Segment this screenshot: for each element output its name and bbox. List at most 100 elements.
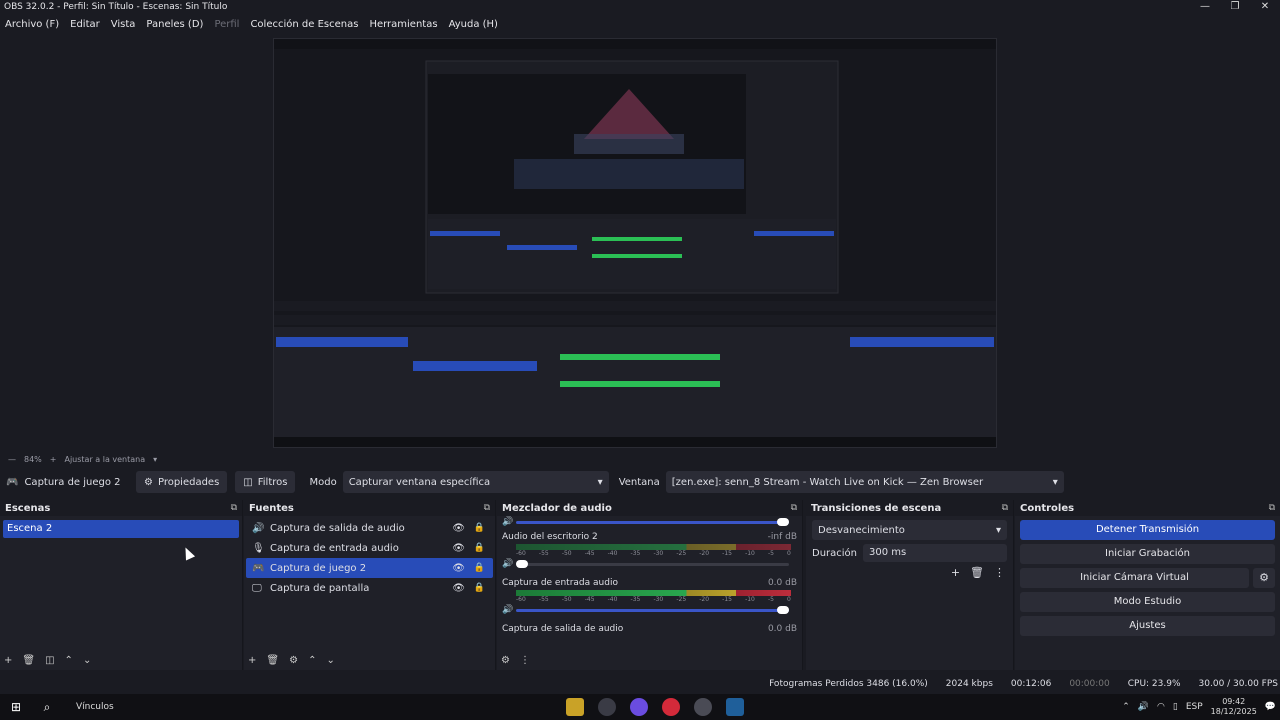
controls-title: Controles xyxy=(1020,502,1075,514)
menu-archivo[interactable]: Archivo (F) xyxy=(0,19,65,30)
studio-mode-button[interactable]: Modo Estudio xyxy=(1020,592,1275,612)
menu-vista[interactable]: Vista xyxy=(106,19,142,30)
eye-icon[interactable]: 👁 xyxy=(452,523,465,534)
volume-slider[interactable] xyxy=(516,517,789,526)
filters-button[interactable]: ◫ Filtros xyxy=(235,471,296,493)
transition-select[interactable]: Desvanecimiento ▾ xyxy=(812,520,1007,540)
eye-icon[interactable]: 👁 xyxy=(452,563,465,574)
more-options-icon[interactable]: ⋮ xyxy=(994,566,1005,579)
network-icon[interactable]: ◠ xyxy=(1157,702,1165,712)
volume-slider[interactable] xyxy=(516,605,789,614)
file-explorer-icon[interactable] xyxy=(566,698,584,716)
discord-icon[interactable] xyxy=(630,698,648,716)
preview-canvas[interactable] xyxy=(273,38,997,448)
menu-coleccion-escenas[interactable]: Colección de Escenas xyxy=(245,19,364,30)
undock-icon[interactable]: ⧉ xyxy=(791,503,797,513)
chevron-down-icon[interactable]: ▾ xyxy=(153,455,157,464)
lock-icon[interactable]: 🔒 xyxy=(474,523,485,533)
undock-icon[interactable]: ⧉ xyxy=(231,503,237,513)
steam-icon[interactable] xyxy=(726,698,744,716)
move-up-icon[interactable]: ⌃ xyxy=(65,655,73,666)
undock-icon[interactable]: ⧉ xyxy=(484,503,490,513)
source-context-bar: 🎮 Captura de juego 2 ⚙ Propiedades ◫ Fil… xyxy=(0,470,1280,494)
move-down-icon[interactable]: ⌄ xyxy=(83,655,91,666)
bitrate: 2024 kbps xyxy=(945,679,993,689)
move-up-icon[interactable]: ⌃ xyxy=(308,655,316,666)
scenes-title: Escenas xyxy=(5,502,51,514)
start-recording-button[interactable]: Iniciar Grabación xyxy=(1020,544,1275,564)
properties-button[interactable]: ⚙ Propiedades xyxy=(136,471,228,493)
source-item[interactable]: 🎙 Captura de entrada audio 👁 🔒 xyxy=(246,538,493,558)
fit-to-window[interactable]: Ajustar a la ventana xyxy=(64,455,145,464)
gear-icon[interactable]: ⚙ xyxy=(1253,568,1275,588)
menu-perfil[interactable]: Perfil xyxy=(209,19,245,30)
source-label: Captura de salida de audio xyxy=(270,522,405,534)
eye-icon[interactable]: 👁 xyxy=(452,543,465,554)
speaker-icon[interactable]: 🔊 xyxy=(1138,702,1149,712)
language-indicator[interactable]: ESP xyxy=(1186,702,1203,712)
scene-item[interactable]: Escena 2 xyxy=(3,520,239,538)
window-label: Ventana xyxy=(618,476,660,488)
controls-dock: Controles ⧉ Detener Transmisión Iniciar … xyxy=(1015,500,1280,670)
menu-ayuda[interactable]: Ayuda (H) xyxy=(444,19,504,30)
mixer-settings-icon[interactable]: ⚙ xyxy=(501,655,510,666)
stop-streaming-button[interactable]: Detener Transmisión xyxy=(1020,520,1275,540)
source-item[interactable]: 🖵 Captura de pantalla 👁 🔒 xyxy=(246,578,493,598)
preview-area[interactable] xyxy=(0,33,1280,453)
notification-icon[interactable]: 💬 xyxy=(1265,702,1276,712)
menu-paneles[interactable]: Paneles (D) xyxy=(141,19,209,30)
speaker-icon[interactable]: 🔊 xyxy=(502,517,516,527)
mixer-title: Mezclador de audio xyxy=(502,502,612,514)
trash-icon[interactable]: 🗑 xyxy=(22,655,35,666)
close-button[interactable]: ✕ xyxy=(1250,0,1280,14)
eye-icon[interactable]: 👁 xyxy=(452,583,465,594)
zoom-out-icon[interactable]: — xyxy=(8,455,16,464)
filter-icon: ◫ xyxy=(243,476,253,488)
undock-icon[interactable]: ⧉ xyxy=(1269,503,1275,513)
lock-icon[interactable]: 🔒 xyxy=(474,543,485,553)
clock[interactable]: 09:42 18/12/2025 xyxy=(1211,697,1257,717)
more-options-icon[interactable]: ⋮ xyxy=(520,655,530,666)
trash-icon[interactable]: 🗑 xyxy=(970,566,984,579)
obs-icon[interactable] xyxy=(598,698,616,716)
windows-start-icon[interactable]: ⊞ xyxy=(0,700,32,714)
maximize-button[interactable]: ❐ xyxy=(1220,0,1250,14)
speaker-icon[interactable]: 🔊 xyxy=(502,559,516,569)
move-down-icon[interactable]: ⌄ xyxy=(326,655,334,666)
filter-icon[interactable]: ◫ xyxy=(45,655,54,666)
lock-icon[interactable]: 🔒 xyxy=(474,583,485,593)
microphone-icon: 🎙 xyxy=(252,542,265,554)
gear-icon[interactable]: ⚙ xyxy=(289,655,298,666)
search-icon[interactable]: ⌕ xyxy=(32,700,62,715)
settings-button[interactable]: Ajustes xyxy=(1020,616,1275,636)
gamepad-icon: 🎮 xyxy=(252,562,265,574)
undock-icon[interactable]: ⧉ xyxy=(1002,503,1008,513)
duration-input[interactable]: 300 ms xyxy=(863,544,1007,562)
chevron-up-icon[interactable]: ⌃ xyxy=(1122,702,1130,712)
trash-icon[interactable]: 🗑 xyxy=(266,655,279,666)
menu-editar[interactable]: Editar xyxy=(65,19,106,30)
chevron-down-icon: ▾ xyxy=(995,524,1001,536)
zoom-in-icon[interactable]: + xyxy=(50,455,57,464)
volume-slider[interactable] xyxy=(516,559,789,568)
minimize-button[interactable]: — xyxy=(1190,0,1220,14)
mode-select[interactable]: Capturar ventana específica ▾ xyxy=(342,471,609,493)
add-icon[interactable]: + xyxy=(248,655,256,666)
lock-icon[interactable]: 🔒 xyxy=(474,563,485,573)
source-item[interactable]: 🎮 Captura de juego 2 👁 🔒 xyxy=(246,558,493,578)
audio-mixer-dock: Mezclador de audio ⧉ 🔊 Audio del escrito… xyxy=(497,500,803,670)
obs-active-icon[interactable] xyxy=(694,698,712,716)
transitions-title: Transiciones de escena xyxy=(811,502,942,514)
add-icon[interactable]: + xyxy=(951,566,960,579)
mixer-channel: Captura de entrada audio 0.0 dB -60 -55 -5… xyxy=(497,576,802,616)
menu-herramientas[interactable]: Herramientas xyxy=(364,19,443,30)
media-player-icon[interactable] xyxy=(662,698,680,716)
start-virtual-camera-button[interactable]: Iniciar Cámara Virtual xyxy=(1020,568,1249,588)
battery-icon[interactable]: ▯ xyxy=(1173,702,1178,712)
source-item[interactable]: 🔊 Captura de salida de audio 👁 🔒 xyxy=(246,518,493,538)
audio-meter xyxy=(516,590,791,596)
window-select[interactable]: [zen.exe]: senn_8 Stream - Watch Live on… xyxy=(665,471,1064,493)
add-icon[interactable]: + xyxy=(4,655,12,666)
taskbar-links[interactable]: Vínculos xyxy=(76,702,114,712)
speaker-icon[interactable]: 🔊 xyxy=(502,605,516,615)
